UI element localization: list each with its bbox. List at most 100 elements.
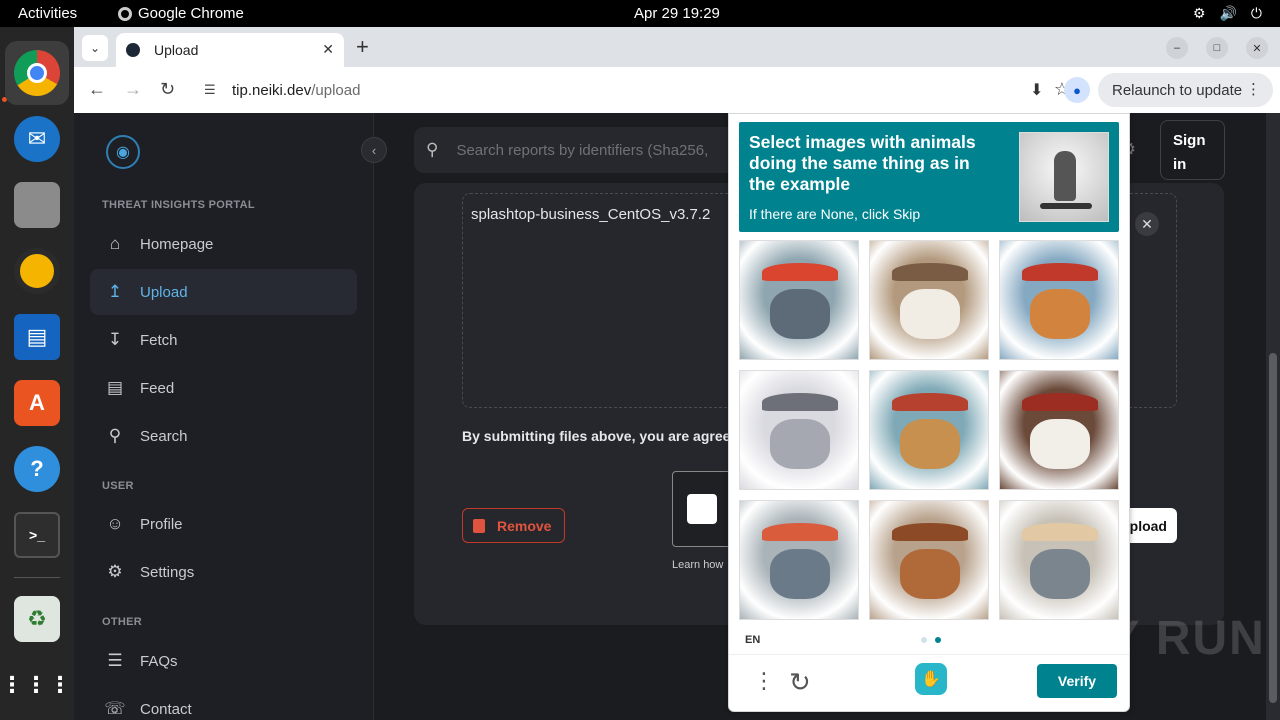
profile-avatar-icon[interactable]: ● (1064, 77, 1090, 103)
tab-close-icon[interactable]: ✕ (322, 41, 334, 58)
sidebar-item-label: Settings (140, 563, 195, 581)
forward-icon[interactable]: → (124, 79, 142, 100)
tile-prop (892, 523, 968, 541)
captcha-checkbox-widget[interactable] (672, 471, 732, 547)
challenge-header: Select images with animals doing the sam… (739, 122, 1119, 232)
remove-button[interactable]: Remove (462, 508, 565, 543)
maximize-button[interactable]: □ (1206, 37, 1228, 59)
divider (729, 654, 1129, 655)
sidebar-item-profile[interactable]: ☺ Profile (90, 501, 357, 547)
relaunch-button[interactable]: Relaunch to update ⋮ (1098, 73, 1273, 107)
sidebar-item-feed[interactable]: ▤ Feed (90, 365, 357, 411)
address-bar[interactable]: ☰ tip.neiki.dev/upload ☆ (194, 73, 1084, 107)
tile-subject (1030, 549, 1090, 599)
learn-how-link[interactable]: Learn how (672, 559, 723, 571)
close-window-button[interactable]: ✕ (1246, 37, 1268, 59)
page-content: ◉ THREAT INSIGHTS PORTAL ⌂ Homepage ↥ Up… (74, 113, 1280, 720)
tile-prop (762, 393, 838, 411)
verify-button[interactable]: Verify (1037, 664, 1117, 698)
profile-icon: ☺ (106, 514, 124, 533)
captcha-tile[interactable] (739, 240, 859, 360)
captcha-tile[interactable] (869, 240, 989, 360)
faq-icon: ☰ (107, 651, 123, 670)
captcha-challenge-popup: Select images with animals doing the sam… (728, 113, 1130, 712)
captcha-tile[interactable] (999, 500, 1119, 620)
dock-trash[interactable]: ♻ (5, 587, 69, 651)
captcha-tile[interactable] (869, 370, 989, 490)
hcaptcha-logo-icon[interactable]: ✋ (915, 663, 947, 695)
sidebar-item-fetch[interactable]: ↧ Fetch (90, 317, 357, 363)
sidebar-item-upload[interactable]: ↥ Upload (90, 269, 357, 315)
menu-icon[interactable]: ⋮ (753, 670, 775, 692)
dock-app-grid[interactable]: ⋮⋮⋮ (1, 653, 73, 717)
network-icon: ⚙ (1192, 5, 1206, 21)
remove-label: Remove (497, 517, 552, 534)
captcha-checkbox[interactable] (687, 494, 717, 524)
url-host: tip.neiki.dev (232, 81, 312, 99)
home-icon: ⌂ (109, 234, 121, 253)
dock-terminal[interactable]: >_ (5, 503, 69, 567)
dock-help[interactable]: ? (5, 437, 69, 501)
tile-prop (762, 523, 838, 541)
dock-app-center[interactable]: A (5, 371, 69, 435)
remove-file-icon[interactable]: ✕ (1135, 212, 1159, 236)
captcha-tile[interactable] (739, 500, 859, 620)
activities-button[interactable]: Activities (18, 5, 77, 22)
sidebar-item-settings[interactable]: ⚙ Settings (90, 549, 357, 595)
page-dots (921, 637, 941, 643)
section-label-portal: THREAT INSIGHTS PORTAL (102, 199, 255, 211)
sidebar-item-contact[interactable]: ☏ Contact (90, 686, 357, 720)
clock[interactable]: Apr 29 19:29 (634, 5, 720, 22)
scrollbar-thumb[interactable] (1269, 353, 1277, 703)
tab-upload[interactable]: Upload ✕ (116, 33, 344, 67)
page-scrollbar[interactable] (1266, 113, 1280, 720)
dock-rhythmbox[interactable] (5, 239, 69, 303)
example-image (1019, 132, 1109, 222)
app-name: Google Chrome (138, 5, 244, 22)
site-info-icon[interactable]: ☰ (204, 82, 218, 98)
dock-chrome[interactable] (5, 41, 69, 105)
new-tab-button[interactable]: + (356, 35, 369, 59)
app-grid-icon: ⋮⋮⋮ (1, 672, 73, 697)
page-dot-active (935, 637, 941, 643)
system-tray[interactable]: ⚙ 🔊 ⏻ (1193, 5, 1262, 22)
sidebar-item-search[interactable]: ⚲ Search (90, 413, 357, 459)
sidebar-item-label: FAQs (140, 652, 178, 670)
fetch-icon: ↧ (107, 330, 123, 349)
dock-writer[interactable]: ▤ (5, 305, 69, 369)
tile-subject (900, 549, 960, 599)
captcha-tile[interactable] (999, 370, 1119, 490)
captcha-tile[interactable] (739, 370, 859, 490)
tile-subject (900, 289, 960, 339)
tile-prop (1022, 393, 1098, 411)
sidebar-item-label: Homepage (140, 235, 214, 253)
browser-toolbar: ← → ↻ ☰ tip.neiki.dev/upload ☆ ⬇ ● Relau… (74, 67, 1280, 113)
gear-icon: ⚙ (107, 562, 123, 581)
refresh-icon[interactable]: ↻ (789, 667, 811, 698)
back-icon[interactable]: ← (88, 79, 106, 100)
terminal-icon: >_ (14, 512, 60, 558)
app-menu[interactable]: Google Chrome (118, 5, 244, 22)
reload-icon[interactable]: ↻ (160, 79, 175, 100)
language-selector[interactable]: EN (745, 634, 760, 646)
captcha-tile[interactable] (999, 240, 1119, 360)
captcha-tile[interactable] (869, 500, 989, 620)
tile-prop (892, 393, 968, 411)
tile-subject (770, 289, 830, 339)
sign-in-button[interactable]: Sign in (1160, 120, 1225, 180)
collapse-sidebar-button[interactable]: ‹ (361, 137, 387, 163)
tab-search-button[interactable]: ⌄ (82, 35, 108, 61)
url-path: /upload (311, 81, 361, 99)
sidebar-item-label: Profile (140, 515, 183, 533)
minimize-button[interactable]: – (1166, 37, 1188, 59)
sidebar-item-homepage[interactable]: ⌂ Homepage (90, 221, 357, 267)
dock-files[interactable] (5, 173, 69, 237)
sidebar-item-faqs[interactable]: ☰ FAQs (90, 638, 357, 684)
dock-thunderbird[interactable]: ✉ (5, 107, 69, 171)
uploaded-filename: splashtop-business_CentOS_v3.7.2 (471, 206, 711, 223)
upload-icon: ↥ (107, 282, 123, 301)
more-menu-icon[interactable]: ⋮ (1246, 80, 1261, 98)
download-icon[interactable]: ⬇ (1030, 80, 1043, 100)
files-icon (14, 182, 60, 228)
logo-icon[interactable]: ◉ (106, 135, 140, 169)
